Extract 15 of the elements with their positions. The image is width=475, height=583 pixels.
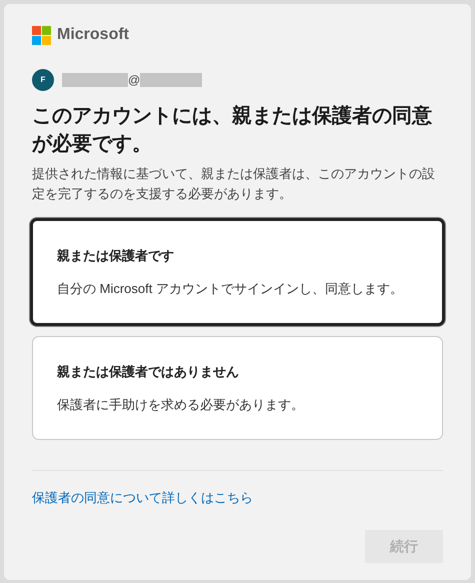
redacted-block — [140, 73, 202, 87]
option-subtitle: 自分の Microsoft アカウントでサインインし、同意します。 — [57, 280, 404, 298]
page-title: このアカウントには、親または保護者の同意が必要です。 — [32, 104, 433, 157]
email-separator: @ — [128, 72, 140, 89]
redacted-block — [62, 73, 128, 87]
brand-name: Microsoft — [57, 25, 129, 45]
option-subtitle: 保護者に手助けを求める必要があります。 — [57, 396, 305, 414]
avatar: F — [32, 69, 54, 91]
description: 提供された情報に基づいて、親または保護者は、このアカウントの設定を完了するのを支援する必要があります。 — [32, 165, 436, 203]
help-link[interactable]: 保護者の同意について詳しくはこちら — [32, 488, 253, 508]
option-title: 親または保護者です — [57, 246, 175, 265]
option-card[interactable]: 親または保護者です 自分の Microsoft アカウントでサインインし、同意します。 — [30, 218, 445, 326]
option-card[interactable]: 親または保護者ではありません 保護者に手助けを求める必要があります。 — [32, 336, 443, 440]
option-title: 親または保護者ではありません — [57, 362, 240, 381]
logo-icon — [32, 26, 51, 44]
